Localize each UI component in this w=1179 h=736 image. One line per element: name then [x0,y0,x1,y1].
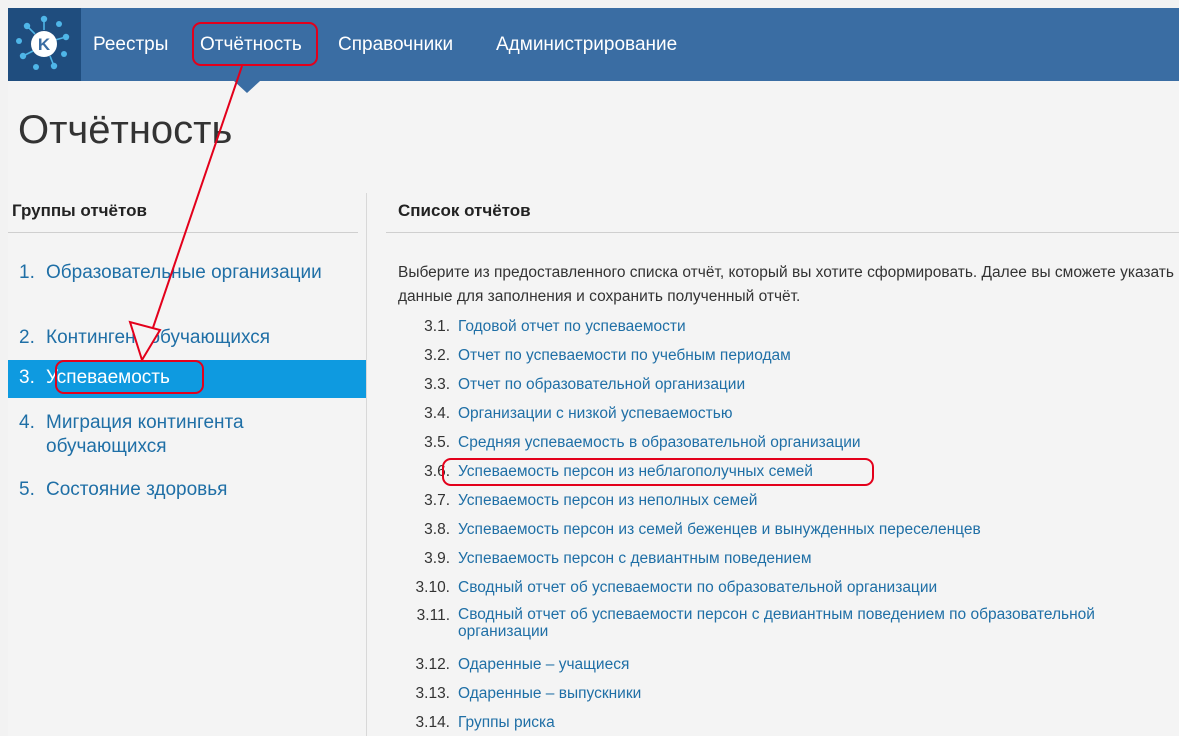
annotation-arrow [128,65,243,363]
app-window: K Реестры Отчётность Справочники Админис… [8,8,1179,736]
